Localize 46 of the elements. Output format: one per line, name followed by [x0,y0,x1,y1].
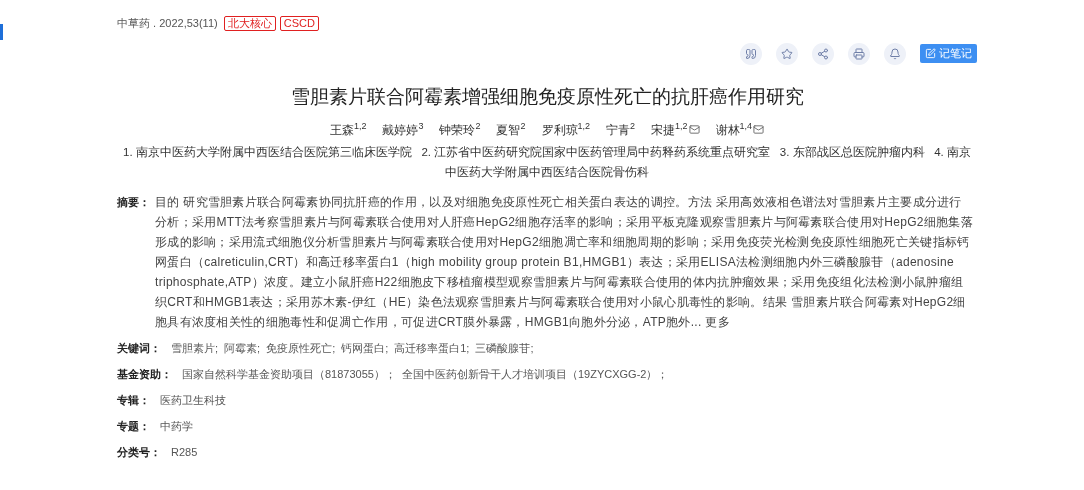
quote-icon [745,47,757,60]
field-value[interactable]: 医药卫生科技 [160,389,226,410]
affiliation-list: 1. 南京中医药大学附属中西医结合医院第三临床医学院 2. 江苏省中医药研究院国家中医药管理局中药释药系统重点研究室 3. 东部战区总医院肿瘤内科 4. 南京中医药大学附属中西医结合医院骨伤科 [117,141,977,182]
mail-icon [688,124,700,135]
alert-button[interactable] [884,42,906,65]
field-value[interactable]: 阿霉素; [224,337,261,358]
mail-icon [753,124,765,135]
field-label: 专辑： [117,392,150,408]
index-tag: CSCD [279,15,319,31]
field-value[interactable]: 全国中医药创新骨干人才培训项目（19ZYCXGG-2）； [401,363,669,384]
share-icon [817,47,829,60]
journal-source: 中草药 . 2022,53(11) [117,16,218,31]
author-link[interactable]: 王森$^{1,2}$ [329,121,367,138]
author-link[interactable]: 钟荣玲$^{2}$ [439,121,481,138]
field-value[interactable]: 钙网蛋白; [341,337,389,358]
print-button[interactable] [848,42,870,65]
field-label: 摘要： [117,194,151,210]
field-label: 专题： [117,418,150,434]
print-icon [853,47,865,60]
field-value[interactable]: 雪胆素片; [171,337,219,358]
author-link[interactable]: 夏智$^{2}$ [496,121,526,138]
side-marker [0,24,3,40]
abstract-text: 目的 研究雪胆素片联合阿霉素协同抗肝癌的作用，以及对细胞免疫原性死亡相关蛋白表达的调控。方法 采用高效液相色谱法对雪胆素片主要成分进行分析；采用MTT法考察雪胆素片与阿霉素联合使用对人肝癌HepG2细胞存活率的影响；采用平板克隆观察雪胆素片与阿霉素联合使用对HepG2细胞集落形成的影响；采用流式细胞仪分析雪胆素片与阿霉素联合使用对HepG2细胞凋亡率和细胞周期的影响；采用免疫荧光检测免疫原性细胞死亡关键指标钙网蛋白（calreticulin,CRT）和高迁移率蛋白1（high mobility group protein B1,HMGB1）表达；采用ELISA法检测细胞内外三磷酸腺苷（adenosine triphosphate,ATP）浓度。建立小鼠肝癌H22细胞皮下移植瘤模型观察雪胆素片与阿霉素联合使用的体内抗肿瘤效果；采用免疫组化法检测小鼠肿瘤组织CRT和HMGB1表达；采用苏木素-伊红（HE）染色法观察雪胆素片与阿霉素联合使用对小鼠心肌毒性的影响。结果 雪胆素片联合阿霉素对HepG2细胞具有浓度相关性的细胞毒性和促凋亡作用，可促进CRT膜外暴露，HMGB1向胞外分泌，ATP胞外... 更多 [155,193,974,331]
field-value[interactable]: 中药学 [160,415,193,436]
field-value[interactable]: 国家自然科学基金资助项目（81873055）； [182,363,396,384]
favorite-button[interactable] [776,42,798,65]
cite-button[interactable] [740,42,762,65]
star-icon [781,47,793,60]
author-link[interactable]: 宋捷$^{1,2}$ [651,121,688,138]
field-value[interactable]: 三磷酸腺苷; [475,337,534,358]
bell-icon [889,47,901,60]
author-link[interactable]: 戴婷婷$^{3}$ [382,121,424,138]
field-value[interactable]: 高迁移率蛋白1; [394,337,470,358]
pen-icon [925,48,936,59]
field-label: 基金资助： [117,366,172,382]
field-value[interactable]: R285 [171,441,198,462]
field-value[interactable]: 免疫原性死亡; [266,337,336,358]
author-link[interactable]: 宁青$^{2}$ [606,121,636,138]
more-link[interactable]: 更多 [705,314,730,329]
share-button[interactable] [812,42,834,65]
author-link[interactable]: 谢林$^{1,4}$ [715,121,753,138]
field-label: 关键词： [117,340,161,356]
index-tag: 北大核心 [223,15,276,31]
article-title: 雪胆素片联合阿霉素增强细胞免疫原性死亡的抗肝癌作用研究 [289,84,805,109]
field-label: 分类号： [117,444,161,460]
author-link[interactable]: 罗利琼$^{1,2}$ [541,121,590,138]
